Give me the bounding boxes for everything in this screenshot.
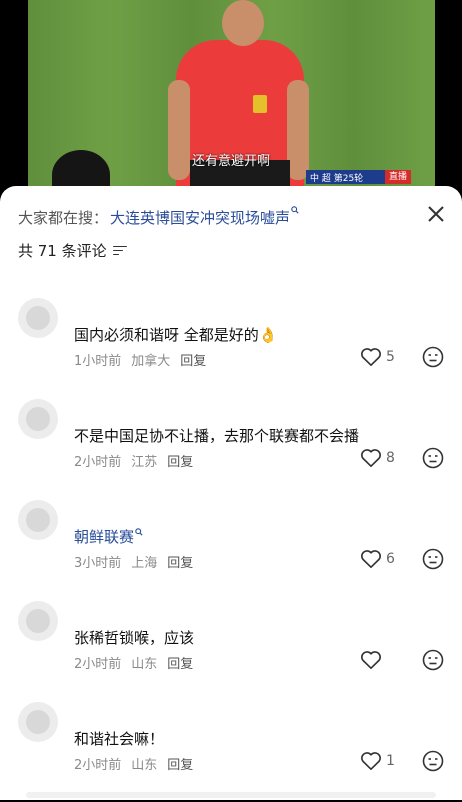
comment-text[interactable]: 朝鲜联赛	[74, 526, 143, 547]
comment-meta: 2小时前 山东 回复	[74, 754, 203, 773]
comment-item: 和谐社会嘛！ 2小时前 山东 回复 1	[0, 702, 462, 802]
comment-text: 不是中国足协不让播，去那个联赛都不会播	[74, 427, 360, 445]
heart-icon	[361, 651, 381, 669]
comment-item: 国内必须和谐呀 全都是好的👌 1小时前 加拿大 回复 5	[0, 298, 462, 398]
username-blurred[interactable]	[74, 502, 214, 512]
neutral-face-icon	[422, 750, 444, 772]
neutral-face-icon	[422, 346, 444, 368]
trending-search-link[interactable]: 大连英博国安冲突现场嘘声	[110, 207, 290, 228]
comment-time: 2小时前	[74, 657, 122, 672]
avatar[interactable]	[18, 702, 58, 742]
like-button[interactable]: 8	[360, 447, 395, 469]
comment-text: 和谐社会嘛！	[74, 730, 165, 748]
avatar[interactable]	[18, 601, 58, 641]
comment-meta: 2小时前 江苏 回复	[74, 451, 203, 470]
comment-text: 国内必须和谐呀 全都是好的👌	[74, 326, 278, 344]
like-count: 1	[386, 753, 395, 769]
emoji-reaction-button[interactable]	[422, 548, 444, 570]
neutral-face-icon	[422, 649, 444, 671]
emoji-reaction-button[interactable]	[422, 346, 444, 368]
like-button[interactable]	[360, 649, 386, 671]
comment-location: 加拿大	[131, 354, 171, 369]
search-icon	[135, 528, 143, 539]
video-player[interactable]: 还有意避开啊 中 超 第25轮 直播	[0, 0, 462, 200]
comment-text: 张稀哲锁喉，应该	[74, 629, 195, 647]
comment-time: 1小时前	[74, 354, 122, 369]
emoji-reaction-button[interactable]	[422, 447, 444, 469]
trending-search-prefix: 大家都在搜：	[18, 208, 109, 227]
like-count: 8	[386, 450, 395, 466]
reply-button[interactable]: 回复	[167, 556, 193, 571]
comment-meta: 2小时前 山东 回复	[74, 653, 203, 672]
comment-time: 2小时前	[74, 758, 122, 773]
search-icon	[291, 205, 299, 217]
like-count: 6	[386, 551, 395, 567]
comment-item: 朝鲜联赛 3小时前 上海 回复 6	[0, 500, 462, 600]
reply-button[interactable]: 回复	[180, 354, 206, 369]
comment-count-row: 共 71 条评论	[18, 240, 127, 261]
heart-icon	[361, 550, 381, 568]
username-blurred[interactable]	[74, 401, 214, 411]
sort-icon[interactable]	[112, 245, 127, 257]
close-icon	[428, 206, 444, 222]
like-count: 5	[386, 349, 395, 365]
close-button[interactable]	[424, 202, 448, 226]
avatar[interactable]	[18, 399, 58, 439]
emoji-reaction-button[interactable]	[422, 649, 444, 671]
username-blurred[interactable]	[74, 704, 214, 714]
score-bar-league: 中 超 第25轮	[310, 173, 364, 184]
comment-meta: 1小时前 加拿大 回复	[74, 350, 216, 369]
like-button[interactable]: 1	[360, 750, 395, 772]
comment-location: 上海	[131, 556, 158, 571]
comment-input-edge[interactable]	[26, 792, 436, 798]
referee-arm-left	[168, 80, 190, 180]
heart-icon	[361, 449, 381, 467]
like-button[interactable]: 6	[360, 548, 395, 570]
like-button[interactable]: 5	[360, 346, 395, 368]
referee-badge	[253, 95, 267, 113]
avatar[interactable]	[18, 500, 58, 540]
comment-count: 共 71 条评论	[18, 242, 107, 260]
referee-head	[222, 0, 264, 46]
comment-meta: 3小时前 上海 回复	[74, 552, 203, 571]
comment-item: 张稀哲锁喉，应该 2小时前 山东 回复	[0, 601, 462, 701]
emoji-reaction-button[interactable]	[422, 750, 444, 772]
username-blurred[interactable]	[74, 603, 214, 613]
reply-button[interactable]: 回复	[167, 758, 193, 773]
referee-arm-right	[287, 80, 309, 180]
video-subtitle: 还有意避开啊	[192, 154, 271, 169]
comment-location: 山东	[131, 657, 158, 672]
avatar[interactable]	[18, 298, 58, 338]
comment-time: 2小时前	[74, 455, 122, 470]
comment-item: 不是中国足协不让播，去那个联赛都不会播 2小时前 江苏 回复 8	[0, 399, 462, 499]
comment-search-link[interactable]: 朝鲜联赛	[74, 528, 134, 546]
score-bar: 中 超 第25轮 直播	[306, 170, 411, 184]
reply-button[interactable]: 回复	[167, 657, 193, 672]
neutral-face-icon	[422, 447, 444, 469]
live-badge: 直播	[384, 170, 411, 184]
comment-time: 3小时前	[74, 556, 122, 571]
neutral-face-icon	[422, 548, 444, 570]
comment-sheet: 大家都在搜： 大连英博国安冲突现场嘘声 共 71 条评论 国内必须和谐呀 全都是…	[0, 186, 462, 800]
reply-button[interactable]: 回复	[167, 455, 193, 470]
username-blurred[interactable]	[74, 300, 214, 310]
heart-icon	[361, 348, 381, 366]
trending-search[interactable]: 大家都在搜： 大连英博国安冲突现场嘘声	[18, 205, 428, 228]
heart-icon	[361, 752, 381, 770]
comment-location: 山东	[131, 758, 158, 773]
comment-location: 江苏	[131, 455, 158, 470]
